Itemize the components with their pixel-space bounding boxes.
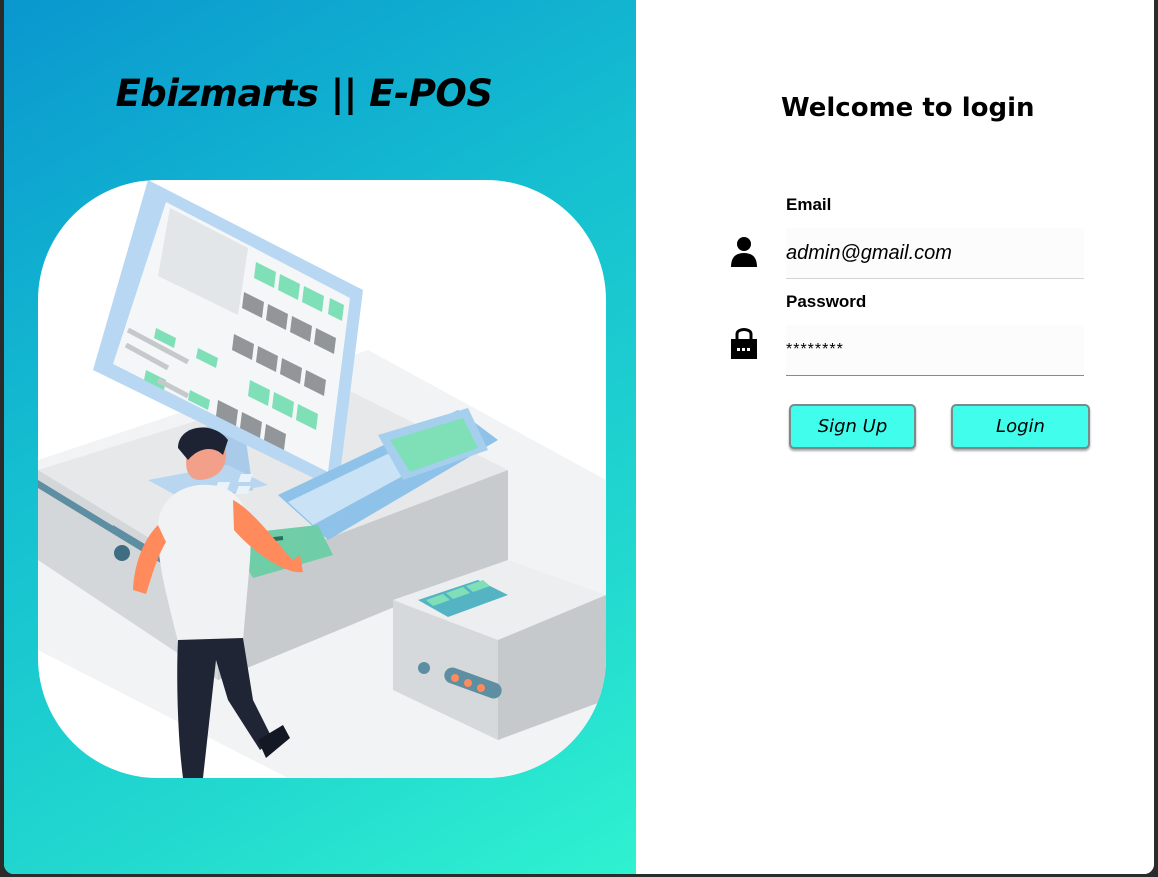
brand-panel: Ebizmarts || E-POS xyxy=(4,0,636,874)
login-window: Ebizmarts || E-POS Welcome to login Emai… xyxy=(4,0,1154,874)
password-input[interactable] xyxy=(786,325,1084,376)
email-input[interactable] xyxy=(786,228,1084,279)
login-form-panel: Welcome to login Email Password Sign Up … xyxy=(636,0,1154,874)
user-icon xyxy=(731,237,757,267)
pos-illustration xyxy=(38,180,606,778)
login-heading: Welcome to login xyxy=(781,93,1035,123)
password-label: Password xyxy=(786,292,867,311)
login-button[interactable]: Login xyxy=(951,404,1090,449)
sign-up-button[interactable]: Sign Up xyxy=(789,404,916,449)
window-edge xyxy=(1154,0,1158,877)
pos-terminal-illustration xyxy=(38,180,606,778)
email-label: Email xyxy=(786,195,832,214)
brand-title: Ebizmarts || E-POS xyxy=(115,72,493,115)
lock-icon xyxy=(731,328,757,359)
